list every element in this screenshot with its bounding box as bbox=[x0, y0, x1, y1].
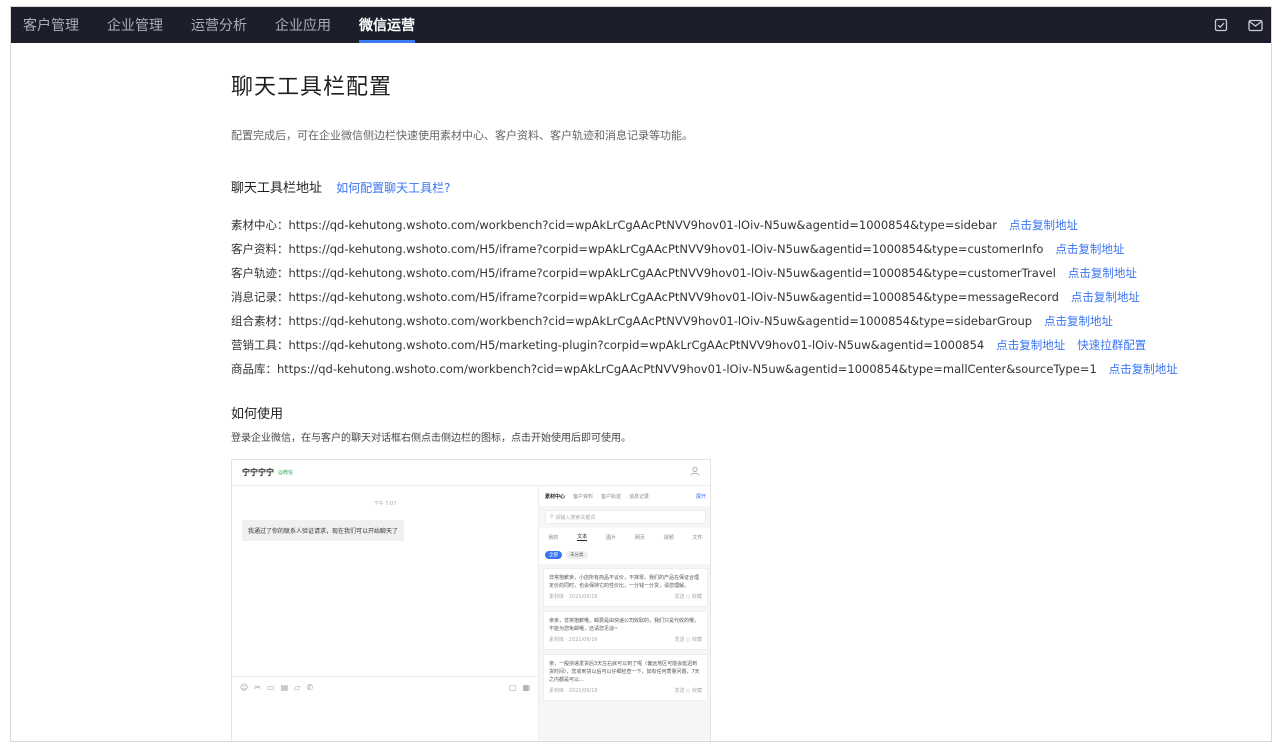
mock-card-text: 非常抱歉亲，小店所有商品不议价，不抹零。我们的产品在保证合理定价的同时，也会保持… bbox=[549, 575, 700, 589]
quick-group-config-link[interactable]: 快速拉群配置 bbox=[1077, 337, 1146, 353]
scissors-icon: ✂ bbox=[254, 683, 262, 692]
copy-address-link[interactable]: 点击复制地址 bbox=[1109, 361, 1178, 377]
folder-icon: ▱ bbox=[294, 683, 301, 692]
mock-type-tabs: 我的 文本 图片 网页 视频 文件 bbox=[539, 528, 710, 546]
file-icon: ▤ bbox=[280, 683, 289, 692]
mock-card-actions: 发送 ○ 收藏 bbox=[674, 637, 702, 643]
mock-contact-name: 宁宁宁宁 bbox=[242, 468, 274, 477]
page-intro: 配置完成后，可在企业微信侧边栏快速使用素材中心、客户资料、客户轨迹和消息记录等功… bbox=[231, 129, 693, 142]
mock-toolbar-right: ▢ ▦ bbox=[509, 683, 530, 692]
mock-filter-chips: 全部 未分类 bbox=[539, 546, 710, 564]
address-section-title: 聊天工具栏地址 如何配置聊天工具栏? bbox=[231, 177, 451, 196]
url-row-customer-info: 客户资料： https://qd-kehutong.wshoto.com/H5/… bbox=[231, 237, 1251, 261]
checklist-icon[interactable] bbox=[1211, 15, 1231, 35]
mock-tab: 消息记录 bbox=[629, 493, 650, 500]
how-to-configure-link[interactable]: 如何配置聊天工具栏? bbox=[336, 181, 450, 195]
nav-item-wechat-ops[interactable]: 微信运营 bbox=[345, 7, 429, 43]
sidebar-toggle-icon: ▦ bbox=[522, 683, 530, 692]
top-navigation: 客户管理 企业管理 运营分析 企业应用 微信运营 bbox=[11, 7, 1271, 43]
mock-card-text: 亲亲，非常抱歉哦，邮费是由快递公司收取的，我们只是代收的哦，不能为您免邮哦，还请… bbox=[549, 618, 700, 632]
copy-address-link[interactable]: 点击复制地址 bbox=[1044, 313, 1113, 329]
mock-material-card: 亲亲，非常抱歉哦，邮费是由快递公司收取的，我们只是代收的哦，不能为您免邮哦，还请… bbox=[543, 611, 708, 650]
url-value: https://qd-kehutong.wshoto.com/H5/iframe… bbox=[288, 266, 1056, 280]
mock-sidebar-tabs: 素材中心 客户资料 客户轨迹 消息记录 展开 bbox=[539, 486, 710, 506]
mock-card-meta: 素材库 · 2021/06/16 发送 ○ 收藏 bbox=[549, 687, 702, 695]
mock-wechat-tag: @微信 bbox=[278, 470, 294, 476]
url-label: 消息记录： bbox=[231, 290, 289, 304]
nav-item-analytics[interactable]: 运营分析 bbox=[177, 7, 261, 43]
mock-type: 图片 bbox=[606, 534, 617, 541]
mock-tab: 素材中心 bbox=[545, 493, 566, 500]
mock-search-placeholder: 请输入搜索关键词 bbox=[555, 514, 596, 521]
url-label: 客户资料： bbox=[231, 242, 289, 256]
copy-address-link[interactable]: 点击复制地址 bbox=[996, 337, 1065, 353]
url-value: https://qd-kehutong.wshoto.com/workbench… bbox=[288, 314, 1033, 328]
mock-type: 我的 bbox=[548, 534, 559, 541]
copy-address-link[interactable]: 点击复制地址 bbox=[1055, 241, 1124, 257]
url-value: https://qd-kehutong.wshoto.com/H5/iframe… bbox=[288, 242, 1044, 256]
chat-record-icon: ▢ bbox=[508, 683, 517, 692]
url-row-material-center: 素材中心： https://qd-kehutong.wshoto.com/wor… bbox=[231, 213, 1251, 237]
page-title: 聊天工具栏配置 bbox=[231, 75, 393, 100]
mock-card-actions: 发送 ○ 收藏 bbox=[674, 688, 702, 694]
nav-item-customer[interactable]: 客户管理 bbox=[11, 7, 93, 43]
mock-card-source: 素材库 · 2021/06/16 bbox=[549, 688, 598, 694]
usage-description: 登录企业微信，在与客户的聊天对话框右侧点击侧边栏的图标，点击开始使用后即可使用。 bbox=[231, 433, 631, 444]
mock-material-card: 亲，一般快递发货后3天左右就可以到了呢（偏远地区可能会延迟到货时间），您收到货以… bbox=[543, 654, 708, 701]
mock-type: 文件 bbox=[692, 534, 703, 541]
address-section-heading: 聊天工具栏地址 bbox=[231, 181, 323, 196]
url-label: 组合素材： bbox=[231, 314, 289, 328]
url-value: https://qd-kehutong.wshoto.com/H5/iframe… bbox=[288, 290, 1059, 304]
url-value: https://qd-kehutong.wshoto.com/workbench… bbox=[288, 218, 998, 232]
mock-card-meta: 素材库 · 2021/06/16 发送 ○ 收藏 bbox=[549, 636, 702, 644]
mock-message-time: 下午 7:07 bbox=[373, 501, 397, 507]
mock-card-source: 素材库 · 2021/06/16 bbox=[549, 637, 598, 643]
url-label: 素材中心： bbox=[231, 218, 289, 232]
usage-section-title: 如何使用 bbox=[231, 407, 284, 422]
url-row-customer-travel: 客户轨迹： https://qd-kehutong.wshoto.com/H5/… bbox=[231, 261, 1251, 285]
mock-type: 文本 bbox=[577, 534, 588, 541]
url-value: https://qd-kehutong.wshoto.com/H5/market… bbox=[288, 338, 985, 352]
mail-icon[interactable] bbox=[1245, 15, 1265, 35]
mock-card-meta: 素材库 · 2021/06/16 发送 ○ 收藏 bbox=[549, 593, 702, 601]
mock-chat-header: 宁宁宁宁 @微信 bbox=[232, 460, 710, 486]
nav-item-apps[interactable]: 企业应用 bbox=[261, 7, 345, 43]
url-value: https://qd-kehutong.wshoto.com/workbench… bbox=[277, 362, 1097, 376]
mock-sidebar: 素材中心 客户资料 客户轨迹 消息记录 展开 ⚲ 请输入搜索关键词 我的 文本 … bbox=[538, 486, 710, 741]
mock-material-card: 非常抱歉亲，小店所有商品不议价，不抹零。我们的产品在保证合理定价的同时，也会保持… bbox=[543, 568, 708, 607]
usage-example-screenshot: 宁宁宁宁 @微信 下午 7:07 我通过了你的联系人验证请求，现在我们可以开始聊… bbox=[231, 459, 711, 741]
mock-input-toolbar: ☺ ✂ ▭ ▤ ▱ ✆ ▢ ▦ bbox=[232, 676, 538, 698]
mock-card-source: 素材库 · 2021/06/16 bbox=[549, 594, 598, 600]
mock-tab: 客户轨迹 bbox=[601, 493, 622, 500]
mock-chat-area: 下午 7:07 我通过了你的联系人验证请求，现在我们可以开始聊天了 ☺ ✂ ▭ … bbox=[232, 486, 538, 741]
copy-address-link[interactable]: 点击复制地址 bbox=[1068, 265, 1137, 281]
mock-tab: 客户资料 bbox=[573, 493, 594, 500]
mock-tab-more: 展开 bbox=[695, 493, 706, 500]
url-list: 素材中心： https://qd-kehutong.wshoto.com/wor… bbox=[231, 213, 1251, 381]
mock-chip: 全部 bbox=[545, 551, 562, 559]
url-row-marketing-tool: 营销工具： https://qd-kehutong.wshoto.com/H5/… bbox=[231, 333, 1251, 357]
nav-item-enterprise[interactable]: 企业管理 bbox=[93, 7, 177, 43]
copy-address-link[interactable]: 点击复制地址 bbox=[1009, 217, 1078, 233]
user-icon bbox=[690, 466, 700, 479]
image-icon: ▭ bbox=[267, 683, 275, 692]
url-row-group-material: 组合素材： https://qd-kehutong.wshoto.com/wor… bbox=[231, 309, 1251, 333]
mock-type: 视频 bbox=[663, 534, 674, 541]
copy-address-link[interactable]: 点击复制地址 bbox=[1071, 289, 1140, 305]
url-label: 客户轨迹： bbox=[231, 266, 289, 280]
mock-chip: 未分类 bbox=[566, 551, 588, 559]
nav-right-icons bbox=[1211, 7, 1271, 43]
url-label: 商品库： bbox=[231, 362, 277, 376]
app-frame: 客户管理 企业管理 运营分析 企业应用 微信运营 聊天工具栏配置 配置完成后，可… bbox=[10, 6, 1272, 742]
mock-card-text: 亲，一般快递发货后3天左右就可以到了呢（偏远地区可能会延迟到货时间），您收到货以… bbox=[549, 661, 700, 683]
url-label: 营销工具： bbox=[231, 338, 289, 352]
url-row-product-library: 商品库： https://qd-kehutong.wshoto.com/work… bbox=[231, 357, 1251, 381]
mock-card-actions: 发送 ○ 收藏 bbox=[674, 594, 702, 600]
mock-search-box: ⚲ 请输入搜索关键词 bbox=[545, 510, 706, 524]
mock-type: 网页 bbox=[634, 534, 645, 541]
mock-message-bubble: 我通过了你的联系人验证请求，现在我们可以开始聊天了 bbox=[242, 520, 405, 541]
phone-icon: ✆ bbox=[306, 683, 314, 692]
url-row-message-record: 消息记录： https://qd-kehutong.wshoto.com/H5/… bbox=[231, 285, 1251, 309]
emoji-icon: ☺ bbox=[240, 683, 249, 692]
